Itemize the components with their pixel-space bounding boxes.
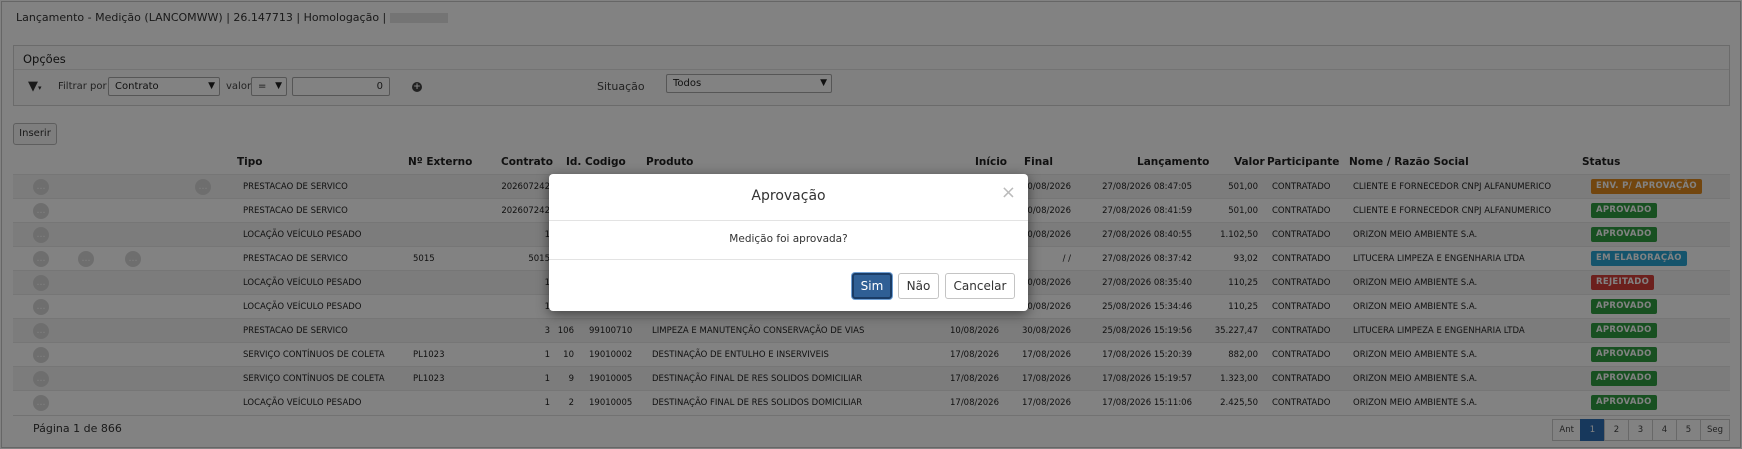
approval-dialog: Aprovação × Medição foi aprovada? Sim Nã…	[549, 174, 1028, 311]
yes-button[interactable]: Sim	[852, 273, 892, 299]
dialog-divider	[549, 220, 1028, 221]
dialog-title: Aprovação	[751, 188, 826, 204]
dialog-message: Medição foi aprovada?	[729, 233, 848, 245]
cancel-button[interactable]: Cancelar	[945, 273, 1015, 299]
no-button[interactable]: Não	[898, 273, 939, 299]
close-icon[interactable]: ×	[1001, 184, 1016, 202]
dialog-divider	[549, 259, 1028, 260]
